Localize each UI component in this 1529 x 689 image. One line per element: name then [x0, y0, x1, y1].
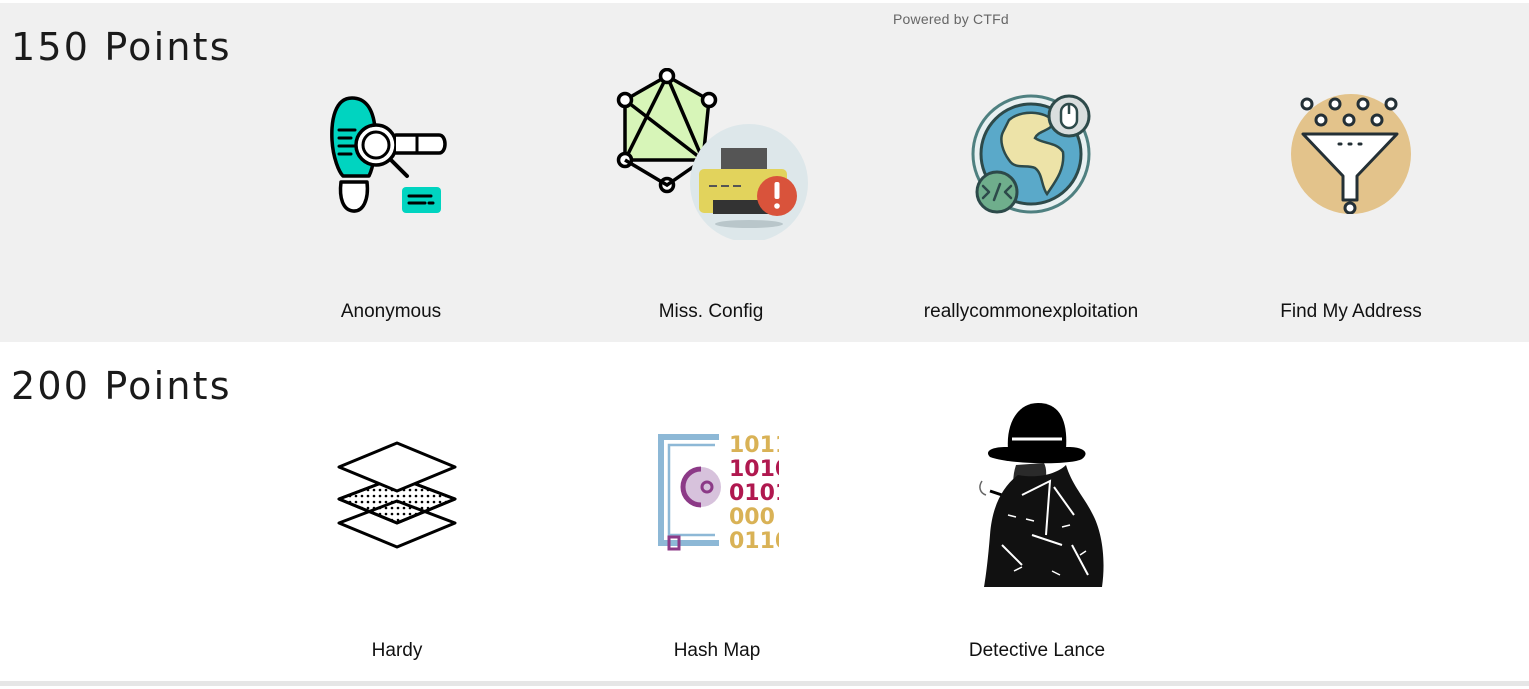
binary-row: 000	[729, 505, 775, 530]
points-section-200: 200 Points Hardy 101 101 010 000 011 Has…	[0, 342, 1529, 681]
challenge-card-miss-config[interactable]: Miss. Config	[561, 68, 861, 350]
challenge-card-detective-lance[interactable]: Detective Lance	[887, 403, 1187, 689]
bottom-strip	[0, 681, 1529, 686]
binary-row: 1011	[729, 433, 779, 458]
challenge-name: Anonymous	[340, 301, 442, 322]
challenge-name: Miss. Config	[658, 301, 764, 322]
footprint-magnifier-icon	[241, 90, 541, 300]
challenge-name: Find My Address	[1280, 301, 1422, 322]
points-section-150: Powered by CTFd 150 Points Anonymous Mis…	[0, 3, 1529, 342]
powered-by-ctfd[interactable]: Powered by CTFd	[893, 11, 1009, 27]
challenge-name: Detective Lance	[968, 640, 1106, 661]
challenge-card-hardy[interactable]: Hardy	[247, 429, 547, 689]
section-heading: 200 Points	[11, 364, 232, 408]
binary-row: 0110	[729, 529, 779, 553]
funnel-filter-icon	[1201, 90, 1501, 300]
challenge-card-reallycommonexploitation[interactable]: reallycommonexploitation	[881, 90, 1181, 350]
detective-silhouette-icon	[887, 403, 1187, 639]
binary-row: 1010	[729, 457, 779, 482]
section-heading: 150 Points	[11, 25, 232, 69]
challenge-card-anonymous[interactable]: Anonymous	[241, 90, 541, 350]
challenge-name: Hardy	[371, 640, 423, 661]
network-printer-warning-icon	[561, 68, 861, 300]
binary-row: 0101	[729, 481, 779, 506]
challenge-card-find-my-address[interactable]: Find My Address	[1201, 90, 1501, 350]
challenge-card-hash-map[interactable]: 1011 1010 0101 000 0110 Hash Map	[567, 429, 867, 689]
globe-code-mouse-icon	[881, 90, 1181, 300]
challenge-name: Hash Map	[673, 640, 761, 661]
binary-data-icon: 1011 1010 0101 000 0110	[567, 429, 867, 639]
stacked-layers-icon	[247, 429, 547, 639]
challenge-name: reallycommonexploitation	[923, 301, 1139, 322]
